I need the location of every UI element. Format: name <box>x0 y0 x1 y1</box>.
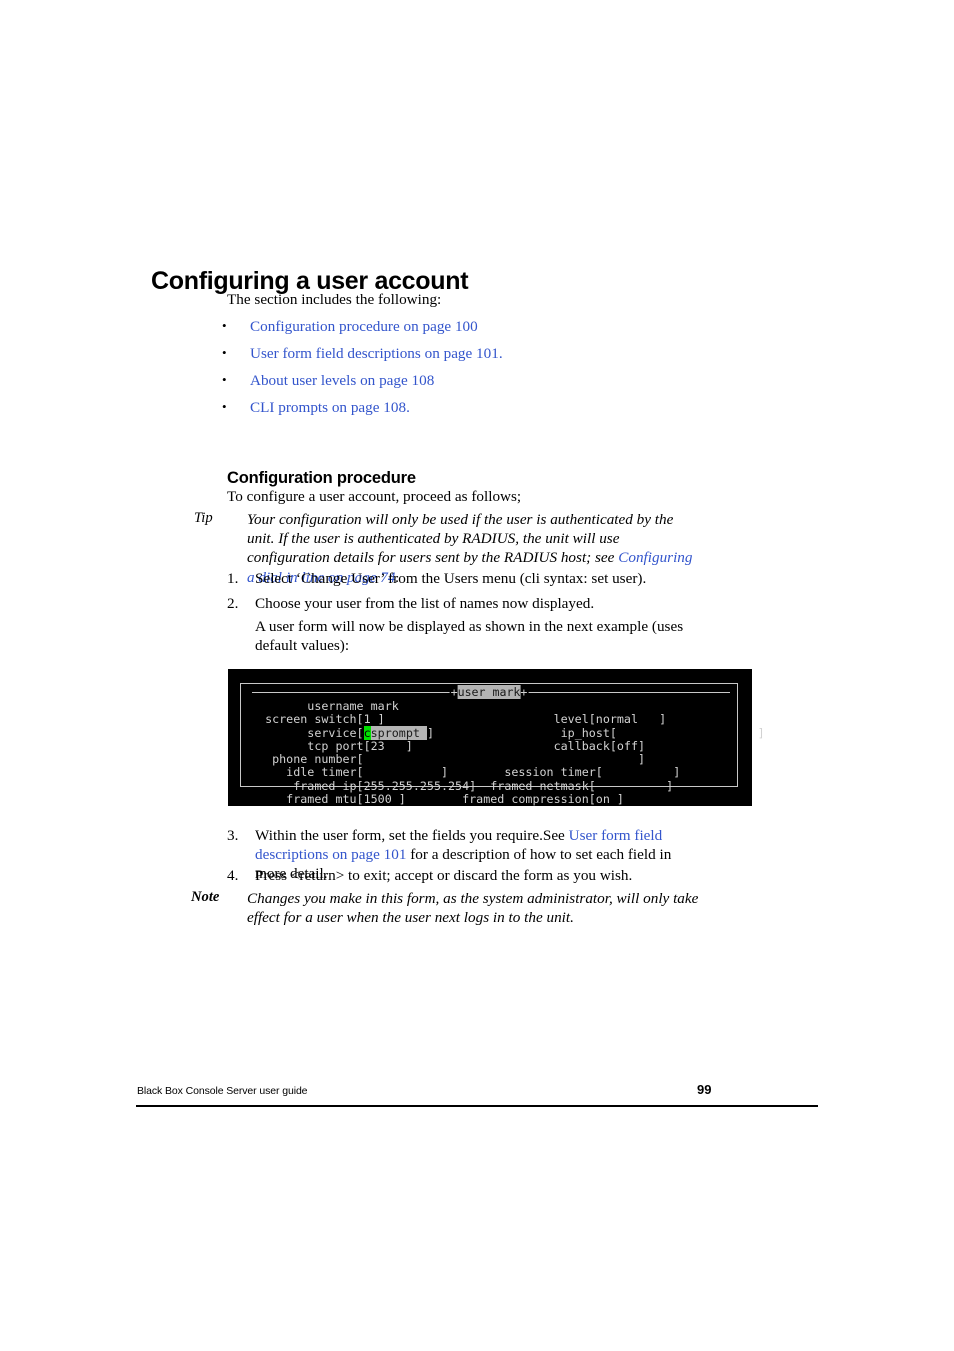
link-configuration-procedure[interactable]: Configuration procedure on page 100 <box>250 318 478 336</box>
step-4-text: Press <return> to exit; accept or discar… <box>255 867 633 884</box>
list-item[interactable]: • CLI prompts on page 108. <box>222 399 742 426</box>
link-cli-prompts[interactable]: CLI prompts on page 108. <box>250 399 410 417</box>
section-heading: Configuration procedure <box>227 468 416 487</box>
list-item[interactable]: • About user levels on page 108 <box>222 372 742 399</box>
terminal-form-body: username mark screen switch[1 ] level[no… <box>251 699 765 807</box>
step-2-number: 2. <box>227 595 239 612</box>
bullet-icon: • <box>222 399 227 414</box>
terminal-line-framed-ip-netmask: framed ip[255.255.255.254] framed netmas… <box>251 778 674 793</box>
terminal-line-service-right: ] ip_host[ ] <box>426 725 765 740</box>
bullet-icon: • <box>222 345 227 360</box>
bullet-icon: • <box>222 318 227 333</box>
step-4: 4. Press <return> to exit; accept or dis… <box>227 866 707 886</box>
terminal-line-framed-mtu-compression: framed mtu[1500 ] framed compression[on … <box>251 792 624 807</box>
intro-paragraph: The section includes the following: <box>227 291 442 308</box>
terminal-form-border: +user mark+ username mark screen switch[… <box>240 683 765 806</box>
step-1: 1. Select ‘Change User’ from the Users m… <box>227 569 707 589</box>
section-lead-paragraph: To configure a user account, proceed as … <box>227 488 522 505</box>
footer-guide-name: Black Box Console Server user guide <box>137 1085 308 1097</box>
terminal-screenshot-figure: +user mark+ username mark screen switch[… <box>228 669 765 806</box>
terminal-service-value[interactable]: sprompt <box>370 725 427 740</box>
step-1-number: 1. <box>227 570 239 587</box>
list-item[interactable]: • Configuration procedure on page 100 <box>222 318 742 345</box>
tip-text-before: Your configuration will only be used if … <box>247 511 674 567</box>
terminal-title-prefix: + <box>450 685 458 699</box>
link-user-form-field-descriptions[interactable]: User form field descriptions on page 101… <box>250 345 503 363</box>
step-4-number: 4. <box>227 867 239 884</box>
document-page: Configuring a user account The section i… <box>0 0 954 1351</box>
terminal-title-suffix: + <box>520 685 528 699</box>
list-item[interactable]: • User form field descriptions on page 1… <box>222 345 742 372</box>
terminal-line-idle-session-timer: idle timer[ ] session timer[ ] <box>251 765 681 780</box>
step-2-subtext: A user form will now be displayed as sho… <box>255 618 684 655</box>
tip-label: Tip <box>194 510 213 526</box>
step-3: 3. Within the user form, set the fields … <box>227 826 707 882</box>
terminal-line-service-left: service[ <box>251 725 364 740</box>
step-3-text-before: Within the user form, set the fields you… <box>255 827 569 844</box>
step-3-number: 3. <box>227 827 239 844</box>
terminal-line-screen-switch-level: screen switch[1 ] level[normal ] <box>251 712 667 727</box>
link-about-user-levels[interactable]: About user levels on page 108 <box>250 372 434 390</box>
terminal-line-phone-number: phone number[ ] <box>251 752 646 767</box>
terminal-line-tcp-port-callback: tcp port[23 ] callback[off] <box>251 738 646 753</box>
footer-divider <box>136 1105 818 1107</box>
step-2: 2. Choose your user from the list of nam… <box>227 594 707 614</box>
terminal-cursor[interactable]: c <box>363 725 371 740</box>
terminal-line-username: username mark <box>251 699 399 713</box>
step-1-text: Select ‘Change User’ from the Users menu… <box>255 570 647 587</box>
terminal-title-text: user mark <box>457 685 521 699</box>
section-link-list: • Configuration procedure on page 100 • … <box>222 318 742 426</box>
footer-page-number: 99 <box>697 1082 712 1097</box>
note-label: Note <box>191 889 220 905</box>
terminal-form-title: +user mark+ <box>449 685 529 699</box>
step-2-text: Choose your user from the list of names … <box>255 595 595 612</box>
note-body: Changes you make in this form, as the sy… <box>247 890 699 927</box>
bullet-icon: • <box>222 372 227 387</box>
